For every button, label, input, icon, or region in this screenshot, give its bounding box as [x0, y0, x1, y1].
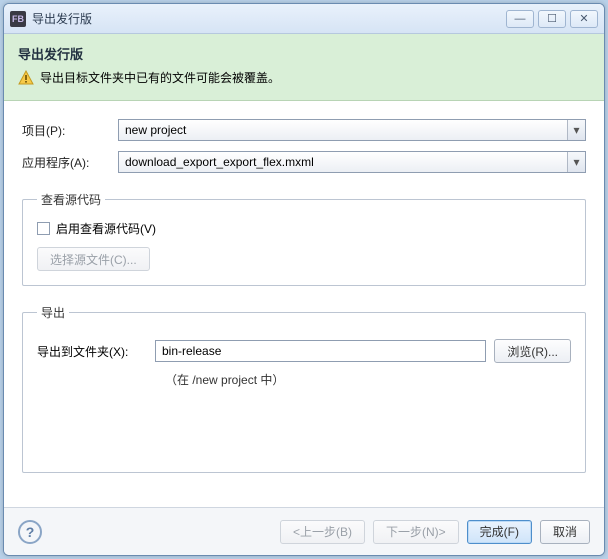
app-icon: FB: [10, 11, 26, 27]
banner: 导出发行版 导出目标文件夹中已有的文件可能会被覆盖。: [4, 34, 604, 101]
close-button[interactable]: ✕: [570, 10, 598, 28]
app-badge-text: FB: [12, 14, 24, 24]
project-select[interactable]: new project ▾: [118, 119, 586, 141]
content-area: 项目(P): new project ▾ 应用程序(A): download_e…: [4, 101, 604, 483]
project-select-value: new project: [125, 123, 186, 137]
application-label: 应用程序(A):: [22, 154, 118, 171]
finish-button[interactable]: 完成(F): [467, 520, 532, 544]
banner-message: 导出目标文件夹中已有的文件可能会被覆盖。: [40, 69, 280, 86]
export-path-hint: （在 /new project 中）: [165, 371, 571, 388]
next-button: 下一步(N)>: [373, 520, 459, 544]
view-source-group: 查看源代码 启用查看源代码(V) 选择源文件(C)...: [22, 191, 586, 286]
enable-view-source-label: 启用查看源代码(V): [56, 220, 156, 237]
choose-source-button: 选择源文件(C)...: [37, 247, 150, 271]
view-source-legend: 查看源代码: [37, 191, 105, 208]
window-title: 导出发行版: [32, 10, 506, 27]
export-legend: 导出: [37, 304, 69, 321]
help-icon[interactable]: ?: [18, 520, 42, 544]
export-group: 导出 导出到文件夹(X): bin-release 浏览(R)... （在 /n…: [22, 304, 586, 473]
warning-icon: [18, 70, 34, 86]
chevron-down-icon: ▾: [567, 120, 585, 140]
export-folder-input[interactable]: bin-release: [155, 340, 486, 362]
application-select-value: download_export_export_flex.mxml: [125, 155, 314, 169]
back-button: <上一步(B): [280, 520, 365, 544]
export-folder-value: bin-release: [162, 344, 221, 358]
minimize-button[interactable]: —: [506, 10, 534, 28]
export-folder-label: 导出到文件夹(X):: [37, 343, 147, 360]
maximize-button[interactable]: ☐: [538, 10, 566, 28]
application-select[interactable]: download_export_export_flex.mxml ▾: [118, 151, 586, 173]
cancel-button[interactable]: 取消: [540, 520, 590, 544]
titlebar[interactable]: FB 导出发行版 — ☐ ✕: [4, 4, 604, 34]
chevron-down-icon: ▾: [567, 152, 585, 172]
dialog-window: FB 导出发行版 — ☐ ✕ 导出发行版 导出目标文件夹中已有的文件可能会被覆盖…: [3, 3, 605, 556]
enable-view-source-checkbox[interactable]: [37, 222, 50, 235]
banner-heading: 导出发行版: [18, 44, 590, 63]
browse-button[interactable]: 浏览(R)...: [494, 339, 571, 363]
footer: ? <上一步(B) 下一步(N)> 完成(F) 取消: [4, 507, 604, 555]
project-label: 项目(P):: [22, 122, 118, 139]
